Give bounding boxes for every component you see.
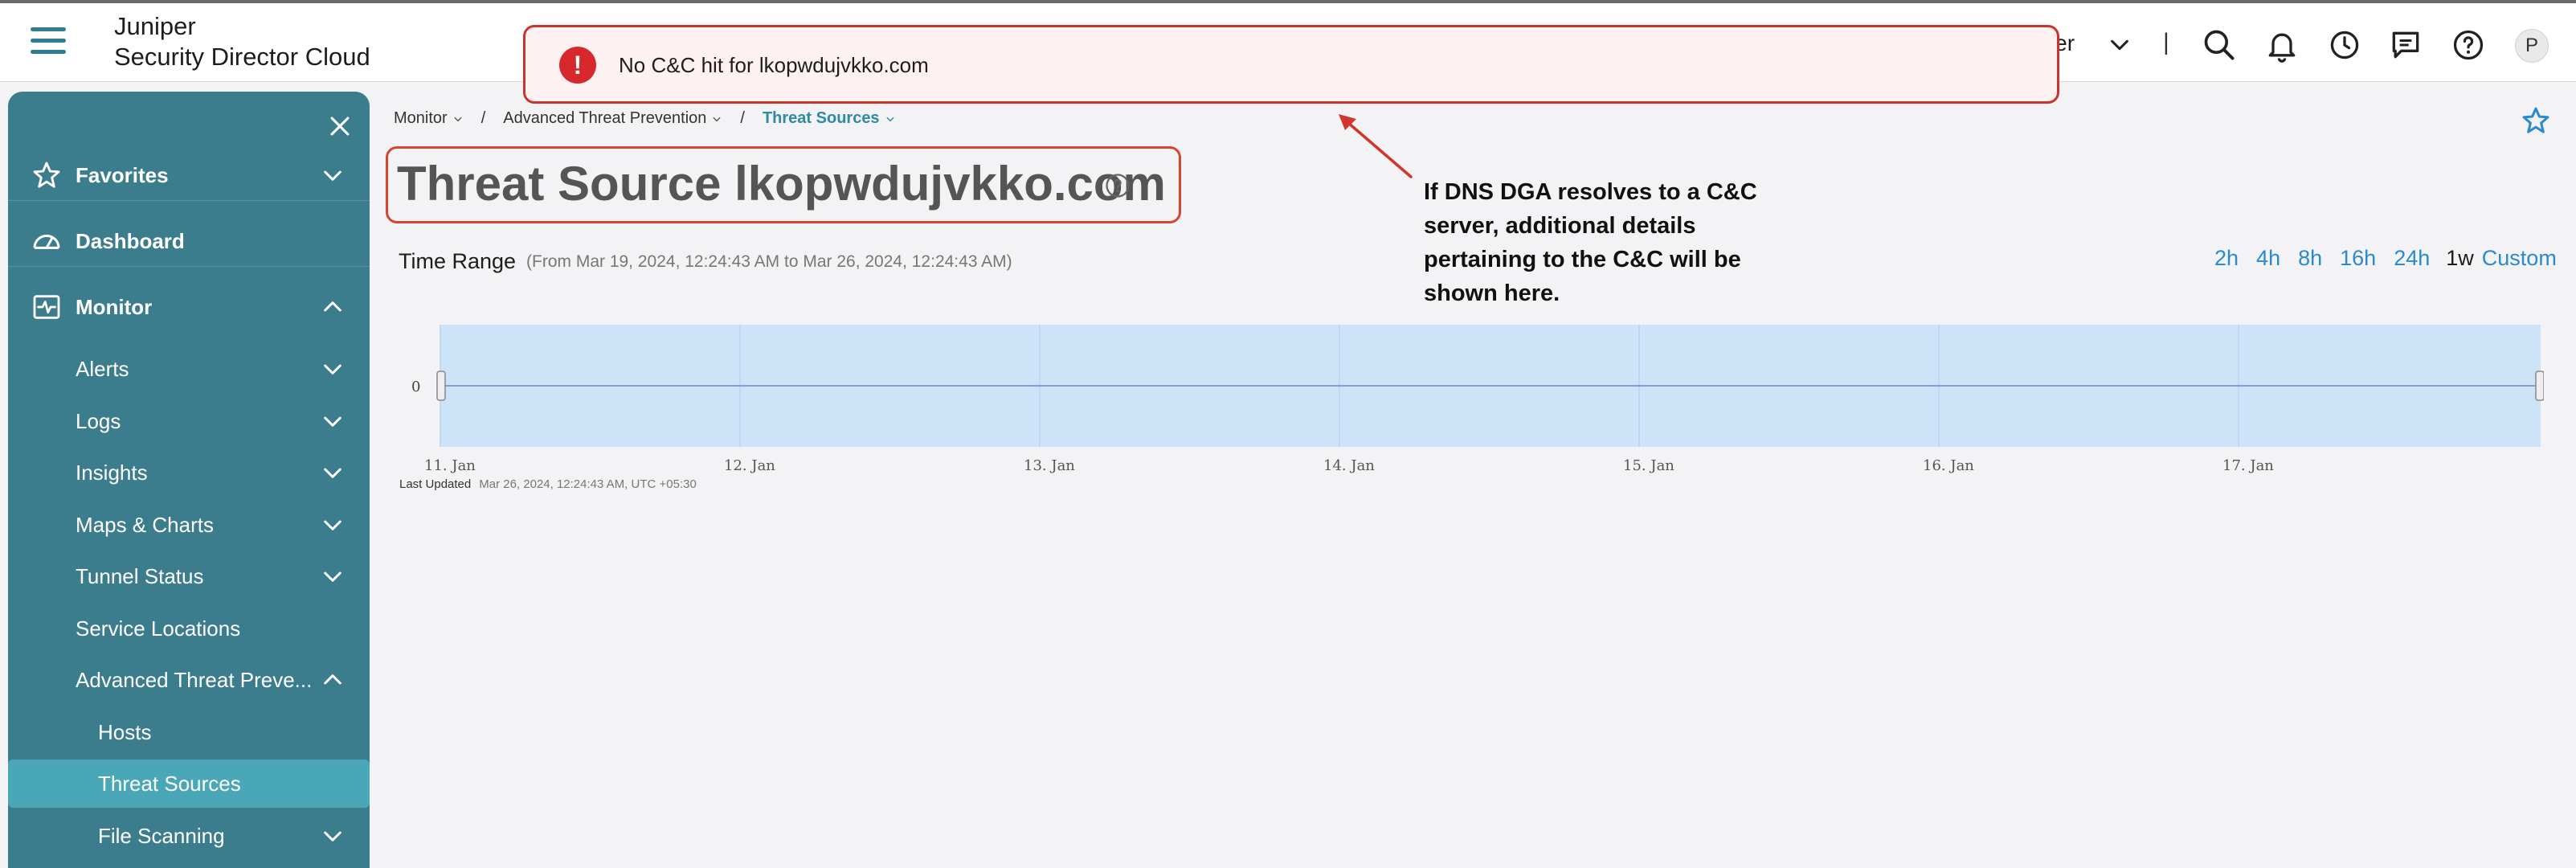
sidebar-item-label: Favorites [76,162,169,187]
header-separator: | [2163,29,2169,55]
annotation-arrow-icon [1339,114,1413,178]
sidebar-item-tunnel-status[interactable]: Tunnel Status [8,552,370,600]
sidebar-item-favorites[interactable]: Favorites [8,151,370,199]
sidebar-item-label: Logs [76,408,121,433]
breadcrumb-monitor[interactable]: Monitor [394,109,464,128]
sidebar-item-label: Threat Sources [98,771,241,796]
avatar[interactable]: P [2515,29,2549,63]
clock-icon[interactable] [2327,27,2362,63]
sidebar-divider [8,266,370,267]
chevron-down-icon [713,117,721,121]
last-updated-label: Last Updated [399,477,472,491]
bell-icon[interactable] [2264,27,2300,63]
brand[interactable]: Juniper Security Director Cloud [114,11,370,72]
sidebar-divider [8,200,370,201]
sidebar-item-hosts[interactable]: Hosts [8,708,370,756]
sidebar-item-label: Service Locations [76,616,241,641]
x-tick-label: 13. Jan [1024,457,1075,474]
chevron-down-icon[interactable] [320,162,346,188]
chevron-down-icon[interactable] [320,356,346,382]
chat-icon[interactable] [2388,27,2423,63]
chevron-down-icon[interactable] [320,563,346,589]
page-title: Threat Source lkopwdujvkko.com [397,157,1166,211]
sidebar-item-label: Insights [76,460,148,485]
time-range-text: (From Mar 19, 2024, 12:24:43 AM to Mar 2… [526,252,1012,271]
chevron-down-icon[interactable] [320,408,346,434]
chevron-down-icon [885,117,894,121]
sidebar-item-file-scanning[interactable]: File Scanning [8,812,370,860]
dashboard-gauge-icon [33,234,60,249]
x-tick-label: 16. Jan [1923,457,1974,474]
hamburger-menu-icon[interactable] [31,27,66,56]
sidebar-item-label: Dashboard [76,228,185,253]
sidebar-item-dashboard[interactable]: Dashboard [8,217,370,265]
x-tick-label: 14. Jan [1323,457,1375,474]
sidebar-item-insights[interactable]: Insights [8,448,370,497]
chevron-down-icon[interactable] [2108,34,2131,56]
breadcrumb: Monitor / Advanced Threat Prevention / T… [394,109,896,128]
breadcrumb-label: Monitor [394,109,448,127]
sidebar: Favorites Dashboard Monitor Alerts Logs … [8,92,370,868]
y-tick-label: 0 [411,379,420,395]
time-range-2h[interactable]: 2h [2214,246,2239,271]
chevron-down-icon[interactable] [320,512,346,538]
time-range-label: Time Range [399,249,517,273]
x-tick-label: 15. Jan [1623,457,1674,474]
search-icon[interactable] [2202,27,2237,63]
breadcrumb-label: Advanced Threat Prevention [503,109,707,127]
sidebar-item-logs[interactable]: Logs [8,397,370,445]
x-tick-label: 11. Jan [424,457,476,474]
favorite-star-icon[interactable] [2520,104,2552,137]
error-toast: ! No C&C hit for lkopwdujvkko.com [523,25,2059,104]
sidebar-item-label: Alerts [76,356,129,381]
time-range-custom[interactable]: Custom [2482,246,2557,271]
chevron-down-icon[interactable] [320,823,346,849]
last-updated: Last Updated Mar 26, 2024, 12:24:43 AM, U… [399,477,697,491]
x-tick-label: 17. Jan [2222,457,2274,474]
sidebar-item-maps-charts[interactable]: Maps & Charts [8,501,370,549]
time-range-8h[interactable]: 8h [2298,246,2322,271]
monitor-pulse-icon [33,295,60,319]
time-range-24h[interactable]: 24h [2394,246,2430,271]
time-range-options: 2h 4h 8h 16h 24h 1w Custom [2197,246,2557,271]
sidebar-item-label: Hosts [98,719,152,744]
x-tick-label: 12. Jan [724,457,775,474]
chevron-down-icon[interactable] [320,460,346,485]
chevron-down-icon [454,117,462,121]
breadcrumb-separator: / [480,109,486,127]
annotation-text: If DNS DGA resolves to a C&C server, add… [1424,179,1757,306]
breadcrumb-label: Threat Sources [762,109,880,127]
toast-message: No C&C hit for lkopwdujvkko.com [619,53,929,77]
range-handle-right [2535,371,2544,401]
breadcrumb-threat-sources[interactable]: Threat Sources [763,109,896,128]
threat-timeline-chart: 11. Jan 12. Jan 13. Jan 14. Jan 15. Jan 16. J… [411,325,2544,474]
star-icon [33,162,60,188]
sidebar-item-label: Advanced Threat Preve... [76,667,313,692]
chevron-up-icon[interactable] [320,294,346,320]
time-range-16h[interactable]: 16h [2340,246,2376,271]
help-icon[interactable] [2451,27,2486,63]
sidebar-item-monitor[interactable]: Monitor [8,283,370,331]
breadcrumb-separator: / [740,109,745,127]
sidebar-item-alerts[interactable]: Alerts [8,345,370,393]
sidebar-item-service-locations[interactable]: Service Locations [8,604,370,653]
sidebar-item-threat-sources[interactable]: Threat Sources [8,760,370,808]
sidebar-item-label: Maps & Charts [76,512,214,537]
help-icon[interactable] [1104,172,1131,199]
time-range-4h[interactable]: 4h [2256,246,2280,271]
close-icon[interactable] [326,113,354,140]
sidebar-item-label: Tunnel Status [76,563,204,588]
range-handle-left [436,371,446,401]
last-updated-value: Mar 26, 2024, 12:24:43 AM, UTC +05:30 [479,477,697,491]
sidebar-item-advanced-threat-prevention[interactable]: Advanced Threat Preve... [8,656,370,704]
sidebar-item-label: Monitor [76,294,153,319]
brand-line-1: Juniper [114,12,196,40]
time-range-1w[interactable]: 1w [2446,246,2474,271]
chevron-up-icon[interactable] [320,667,346,693]
breadcrumb-advanced-threat-prevention[interactable]: Advanced Threat Prevention [503,109,722,128]
sidebar-item-label: File Scanning [98,823,225,848]
brand-line-2: Security Director Cloud [114,43,370,71]
error-icon: ! [559,47,596,84]
